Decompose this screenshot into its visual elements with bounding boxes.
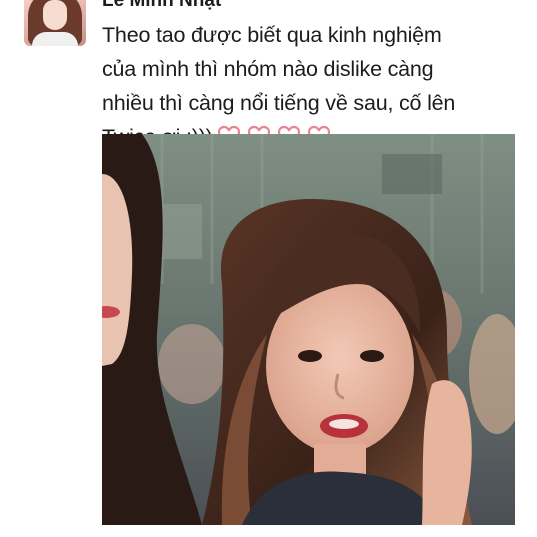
photo-illustration [102,134,515,525]
facebook-comment-post: Lê Minh Nhật Theo tao được biết qua kinh… [0,0,537,537]
avatar-face [43,0,67,30]
message-line-1: Theo tao được biết qua kinh nghiệm [102,23,442,47]
author-name[interactable]: Lê Minh Nhật [102,0,221,12]
message-line-2: của mình thì nhóm nào dislike càng [102,57,434,81]
avatar[interactable] [24,0,86,46]
message-line-3: nhiều thì càng nổi tiếng về sau, cố lên [102,91,456,115]
attached-photo[interactable] [102,134,515,525]
avatar-shirt [32,32,78,46]
